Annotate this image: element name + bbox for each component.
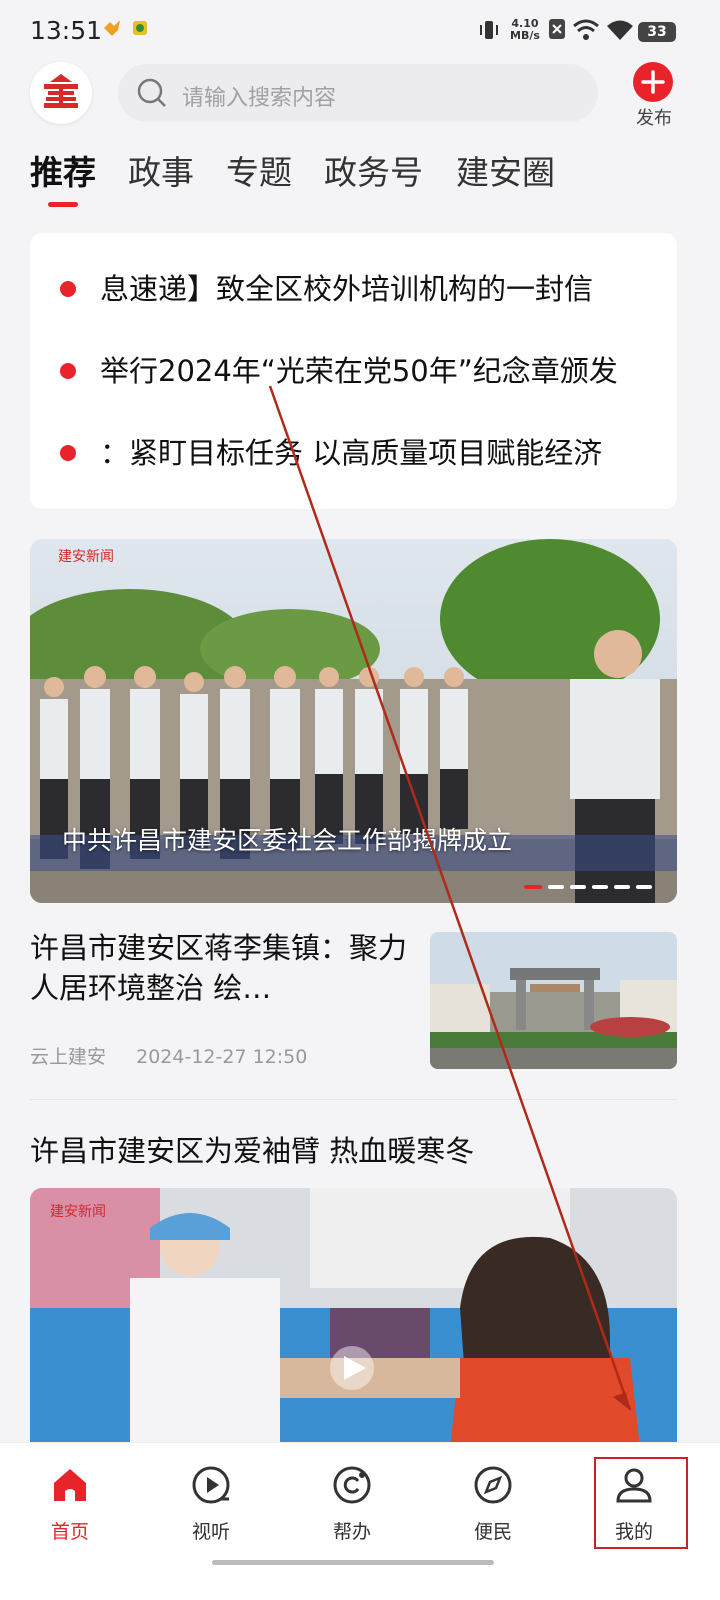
article-video-thumbnail[interactable]: 建安新闻 bbox=[30, 1188, 677, 1448]
svg-text:建安新闻: 建安新闻 bbox=[58, 549, 114, 565]
banner-carousel[interactable]: 建安新闻 中共许昌市建安区委社会工作部揭牌成立 bbox=[30, 539, 677, 903]
signal-icon bbox=[572, 18, 600, 46]
network-speed-unit: MB/s bbox=[510, 29, 540, 42]
nav-home-label: 首页 bbox=[50, 1521, 89, 1543]
tab-topics[interactable]: 专题 bbox=[226, 146, 292, 194]
wifi-icon bbox=[606, 18, 634, 46]
search-icon bbox=[136, 77, 168, 113]
tab-jianan-circle[interactable]: 建安圈 bbox=[456, 146, 555, 194]
vibrate-icon bbox=[478, 18, 500, 46]
bullet-dot bbox=[60, 445, 76, 461]
home-icon bbox=[50, 1465, 90, 1505]
news-article-card[interactable]: 许昌市建安区蒋李集镇：聚力人居环境整治 绘… 云上建安 2024-12-27 1… bbox=[30, 928, 677, 1088]
active-tab-indicator bbox=[48, 202, 78, 207]
banner-caption: 中共许昌市建安区委社会工作部揭牌成立 bbox=[62, 826, 513, 855]
tab-gov-accounts[interactable]: 政务号 bbox=[324, 146, 423, 194]
network-speed: 4.10 MB/s bbox=[510, 18, 540, 42]
target-highlight-box bbox=[594, 1457, 688, 1549]
publish-button[interactable]: 发布 bbox=[628, 60, 680, 130]
carousel-pager bbox=[524, 885, 664, 891]
nav-assist[interactable]: 帮办 bbox=[302, 1465, 402, 1555]
headline-ticker: 息速递】致全区校外培训机构的一封信 举行2024年“光荣在党50年”纪念章颁发 … bbox=[30, 233, 677, 509]
article-title: 许昌市建安区蒋李集镇：聚力人居环境整治 绘… bbox=[30, 931, 408, 1005]
logo-icon bbox=[44, 74, 78, 108]
bullet-dot bbox=[60, 363, 76, 379]
pager-dot-active bbox=[524, 885, 542, 889]
status-time: 13:51 bbox=[30, 16, 103, 45]
app-notification-icon bbox=[130, 18, 150, 42]
article-time: 2024-12-27 12:50 bbox=[136, 1046, 308, 1068]
pager-dot bbox=[592, 885, 608, 889]
headline-item[interactable]: 举行2024年“光荣在党50年”纪念章颁发 bbox=[30, 331, 677, 411]
tab-recommend[interactable]: 推荐 bbox=[30, 146, 96, 194]
pager-dot bbox=[570, 885, 586, 889]
headline-text: ：紧盯目标任务 以高质量项目赋能经济 bbox=[100, 436, 603, 470]
sim-off-icon bbox=[548, 18, 566, 44]
help-icon bbox=[332, 1465, 372, 1505]
svg-text:建安新闻: 建安新闻 bbox=[50, 1204, 106, 1220]
notification-icon bbox=[102, 18, 122, 42]
plus-icon bbox=[633, 62, 673, 102]
battery-indicator: 33 bbox=[638, 22, 676, 42]
home-indicator[interactable] bbox=[212, 1560, 494, 1565]
headline-item[interactable]: 息速递】致全区校外培训机构的一封信 bbox=[30, 249, 677, 329]
article-meta: 云上建安 2024-12-27 12:50 bbox=[30, 1042, 307, 1069]
search-bar[interactable]: 请输入搜索内容 bbox=[118, 64, 598, 122]
search-placeholder: 请输入搜索内容 bbox=[182, 86, 337, 111]
play-icon bbox=[191, 1465, 231, 1505]
headline-item[interactable]: ：紧盯目标任务 以高质量项目赋能经济 bbox=[30, 413, 677, 493]
article-thumbnail bbox=[430, 932, 677, 1069]
nav-services[interactable]: 便民 bbox=[443, 1465, 543, 1555]
app-logo[interactable] bbox=[30, 62, 92, 124]
nav-services-label: 便民 bbox=[473, 1521, 512, 1543]
tab-politics[interactable]: 政事 bbox=[128, 146, 194, 194]
headline-text: 息速递】致全区校外培训机构的一封信 bbox=[100, 272, 594, 306]
nav-home[interactable]: 首页 bbox=[20, 1465, 120, 1555]
nav-assist-label: 帮办 bbox=[332, 1521, 371, 1543]
status-bar: 13:51 4.10 MB/s 33 bbox=[0, 0, 720, 62]
article-source: 云上建安 bbox=[30, 1046, 107, 1068]
pager-dot bbox=[548, 885, 564, 889]
article-divider bbox=[30, 1099, 677, 1100]
compass-icon bbox=[473, 1465, 513, 1505]
article-title[interactable]: 许昌市建安区为爱袖臂 热血暖寒冬 bbox=[30, 1128, 474, 1170]
nav-media[interactable]: 视听 bbox=[161, 1465, 261, 1555]
publish-label: 发布 bbox=[636, 108, 672, 129]
bullet-dot bbox=[60, 281, 76, 297]
headline-text: 举行2024年“光荣在党50年”纪念章颁发 bbox=[100, 354, 618, 388]
nav-media-label: 视听 bbox=[191, 1521, 230, 1543]
pager-dot bbox=[636, 885, 652, 889]
pager-dot bbox=[614, 885, 630, 889]
